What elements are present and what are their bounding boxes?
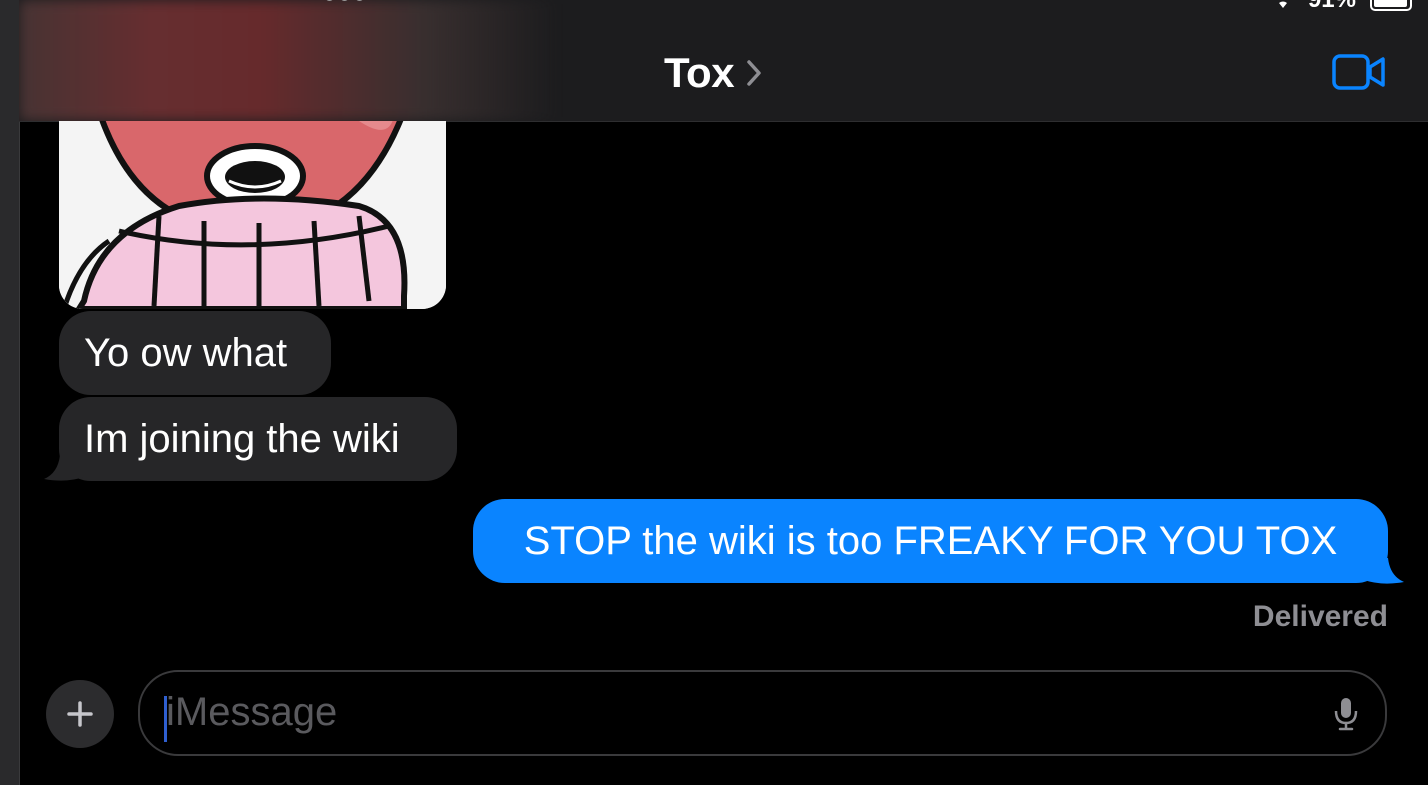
wifi-icon: [1272, 0, 1294, 9]
message-input-placeholder: iMessage: [166, 690, 338, 734]
contact-title-button[interactable]: Tox: [664, 48, 762, 98]
microphone-icon[interactable]: [1333, 696, 1359, 732]
add-attachment-button[interactable]: [46, 680, 114, 748]
contact-name: Tox: [664, 49, 735, 96]
incoming-message[interactable]: Yo ow what: [59, 311, 331, 395]
chevron-right-icon: [746, 59, 762, 87]
message-input[interactable]: iMessage: [138, 670, 1387, 756]
incoming-bubble-tail: [44, 455, 84, 481]
outgoing-message[interactable]: STOP the wiki is too FREAKY FOR YOU TOX: [473, 499, 1388, 583]
incoming-message[interactable]: Im joining the wiki: [59, 397, 457, 481]
plus-icon: [67, 701, 93, 727]
delivery-receipt: Delivered: [1252, 600, 1388, 633]
battery-icon: [1370, 0, 1412, 11]
more-dots-icon[interactable]: [325, 0, 364, 8]
status-bar: 91%: [1272, 0, 1412, 14]
header-blur-background: [19, 0, 559, 121]
image-attachment[interactable]: [59, 121, 446, 309]
outgoing-bubble-tail: [1364, 558, 1404, 584]
sidebar-edge: [0, 0, 20, 785]
video-camera-icon[interactable]: [1332, 54, 1386, 90]
battery-percentage: 91%: [1308, 0, 1356, 14]
conversation-header: 91% Tox: [19, 0, 1428, 122]
